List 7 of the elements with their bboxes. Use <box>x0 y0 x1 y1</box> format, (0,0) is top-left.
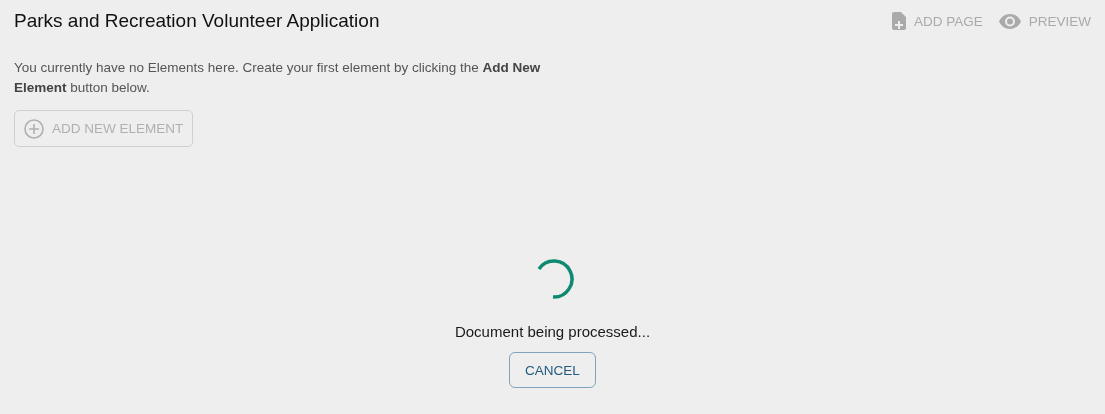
page-title: Parks and Recreation Volunteer Application <box>14 10 380 32</box>
empty-state-message: You currently have no Elements here. Create your first element by clicking the Add New Element button below. <box>14 59 542 97</box>
file-plus-icon <box>891 12 906 30</box>
cancel-button[interactable]: CANCEL <box>509 352 596 388</box>
eye-icon <box>998 13 1021 29</box>
processing-message: Document being processed... <box>454 323 651 340</box>
plus-circle-icon <box>24 118 44 139</box>
